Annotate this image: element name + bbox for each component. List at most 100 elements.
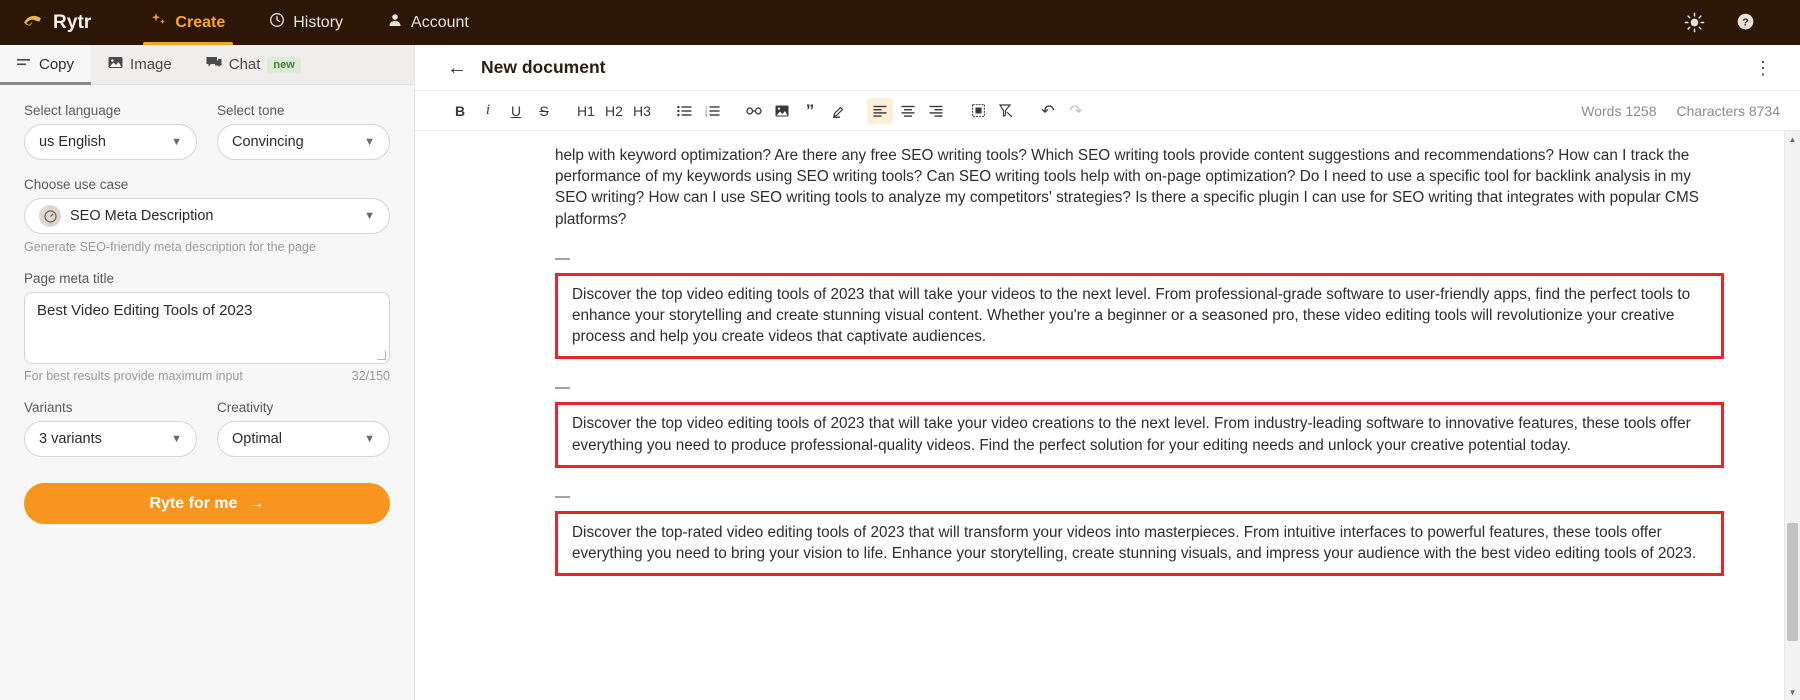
redo-button[interactable]: ↷: [1063, 98, 1089, 124]
align-left-button[interactable]: [867, 97, 893, 124]
creativity-value: Optimal: [232, 431, 282, 447]
chevron-down-icon: ▼: [171, 433, 182, 445]
document-canvas[interactable]: help with keyword optimization? Are ther…: [415, 131, 1784, 700]
align-right-button[interactable]: [923, 98, 949, 124]
tab-copy[interactable]: Copy: [0, 45, 92, 85]
scroll-down-arrow-icon[interactable]: ▼: [1785, 684, 1800, 700]
scrollbar-thumb[interactable]: [1787, 522, 1798, 642]
topbar-actions: ?: [1684, 12, 1778, 33]
clear-format-button[interactable]: [993, 98, 1019, 124]
variant-separator: —: [555, 487, 570, 505]
left-sidebar: Copy Image Chat new Select language us E…: [0, 45, 415, 700]
sun-icon[interactable]: [1684, 12, 1705, 33]
variant-card-2[interactable]: Discover the top video editing tools of …: [555, 402, 1724, 468]
brand-logo[interactable]: Rytr: [22, 12, 91, 34]
person-icon: [387, 12, 403, 33]
ryte-for-me-button[interactable]: Ryte for me →: [24, 483, 390, 524]
document-header: ← New document ⋮: [415, 45, 1800, 91]
creativity-select[interactable]: Optimal ▼: [217, 421, 390, 457]
chevron-down-icon: ▼: [171, 136, 182, 148]
resize-handle-icon[interactable]: [377, 351, 386, 360]
arrow-left-icon[interactable]: ←: [447, 58, 467, 78]
language-select[interactable]: us English ▼: [24, 124, 197, 160]
heading-1-button[interactable]: H1: [573, 98, 599, 124]
bold-button[interactable]: B: [447, 98, 473, 124]
scrollbar-track[interactable]: [1785, 147, 1800, 684]
lines-icon: [17, 56, 32, 73]
align-center-button[interactable]: [895, 98, 921, 124]
variant-text-3: Discover the top-rated video editing too…: [572, 523, 1697, 563]
gauge-icon: [39, 205, 61, 227]
sidebar-form: Select language us English ▼ Select tone…: [0, 85, 414, 524]
numbered-list-button[interactable]: 1 2 3: [699, 98, 725, 124]
help-icon[interactable]: ?: [1735, 12, 1756, 33]
heading-2-button[interactable]: H2: [601, 98, 627, 124]
main-nav: Create History Account: [129, 0, 490, 45]
variant-text-1: Discover the top video editing tools of …: [572, 285, 1691, 346]
kebab-menu-icon[interactable]: ⋮: [1748, 59, 1778, 77]
document-body-text: help with keyword optimization? Are ther…: [555, 147, 1699, 228]
highlighter-button[interactable]: [825, 98, 851, 124]
meta-title-hint: For best results provide maximum input: [24, 369, 243, 383]
document-panel: ← New document ⋮ B i U S H1 H2 H3 1 2 3 …: [415, 45, 1800, 700]
editor-toolbar: B i U S H1 H2 H3 1 2 3 ” ↶ ↷ Words 1258 …: [415, 91, 1800, 131]
blockquote-button[interactable]: ”: [797, 98, 823, 124]
word-count: Words 1258: [1581, 102, 1657, 119]
meta-title-label: Page meta title: [24, 271, 115, 286]
bullet-list-button[interactable]: [671, 98, 697, 124]
undo-button[interactable]: ↶: [1035, 98, 1061, 124]
document-stats: Words 1258 Characters 8734: [1581, 103, 1780, 119]
variants-value: 3 variants: [39, 431, 102, 447]
variant-card-1[interactable]: Discover the top video editing tools of …: [555, 272, 1724, 360]
strikethrough-button[interactable]: S: [531, 98, 557, 124]
language-value: us English: [39, 134, 106, 150]
insert-image-button[interactable]: [769, 98, 795, 124]
variants-select[interactable]: 3 variants ▼: [24, 421, 197, 457]
insert-table-button[interactable]: [965, 98, 991, 124]
meta-title-meta: For best results provide maximum input 3…: [24, 369, 390, 383]
ryte-button-label: Ryte for me: [149, 494, 238, 512]
tone-select[interactable]: Convincing ▼: [217, 124, 390, 160]
tab-image[interactable]: Image: [91, 45, 189, 84]
variant-card-3[interactable]: Discover the top-rated video editing too…: [555, 510, 1724, 577]
language-label: Select language: [24, 103, 121, 118]
meta-title-field: Page meta title Best Video Editing Tools…: [24, 271, 390, 383]
chat-icon: [206, 56, 222, 73]
variant-separator: —: [555, 379, 570, 397]
nav-item-create[interactable]: Create: [129, 0, 247, 45]
creativity-label: Creativity: [217, 400, 274, 415]
language-tone-row: Select language us English ▼ Select tone…: [24, 103, 390, 160]
meta-title-counter: 32/150: [351, 369, 390, 383]
sparkles-icon: [151, 12, 167, 33]
meta-title-value: Best Video Editing Tools of 2023: [37, 302, 253, 319]
scroll-up-arrow-icon[interactable]: ▲: [1785, 131, 1800, 147]
variants-field: Variants 3 variants ▼: [24, 400, 197, 457]
nav-item-account[interactable]: Account: [365, 0, 491, 45]
link-button[interactable]: [741, 98, 767, 124]
chevron-down-icon: ▼: [364, 136, 375, 148]
tab-chat[interactable]: Chat new: [189, 45, 318, 84]
tab-label-image: Image: [130, 56, 172, 73]
use-case-label: Choose use case: [24, 177, 129, 192]
underline-button[interactable]: U: [503, 98, 529, 124]
nav-item-history[interactable]: History: [247, 0, 365, 45]
svg-text:?: ?: [1742, 16, 1748, 28]
language-field: Select language us English ▼: [24, 103, 197, 160]
chevron-down-icon: ▼: [364, 433, 375, 445]
hand-writing-icon: [22, 12, 44, 33]
nav-label-account: Account: [411, 13, 469, 31]
use-case-select[interactable]: SEO Meta Description ▼: [24, 198, 390, 234]
variant-separator: —: [555, 249, 570, 267]
meta-title-input[interactable]: Best Video Editing Tools of 2023: [24, 292, 390, 364]
app-body: Copy Image Chat new Select language us E…: [0, 45, 1800, 700]
chat-new-badge: new: [267, 56, 301, 73]
nav-label-create: Create: [175, 13, 226, 31]
svg-text:3: 3: [705, 112, 708, 116]
brand-name: Rytr: [53, 11, 92, 33]
tab-label-copy: Copy: [39, 56, 75, 73]
document-scrollbar[interactable]: ▲ ▼: [1784, 131, 1800, 700]
tone-label: Select tone: [217, 103, 285, 118]
heading-3-button[interactable]: H3: [629, 98, 655, 124]
italic-button[interactable]: i: [475, 98, 501, 124]
chevron-down-icon: ▼: [364, 210, 375, 222]
